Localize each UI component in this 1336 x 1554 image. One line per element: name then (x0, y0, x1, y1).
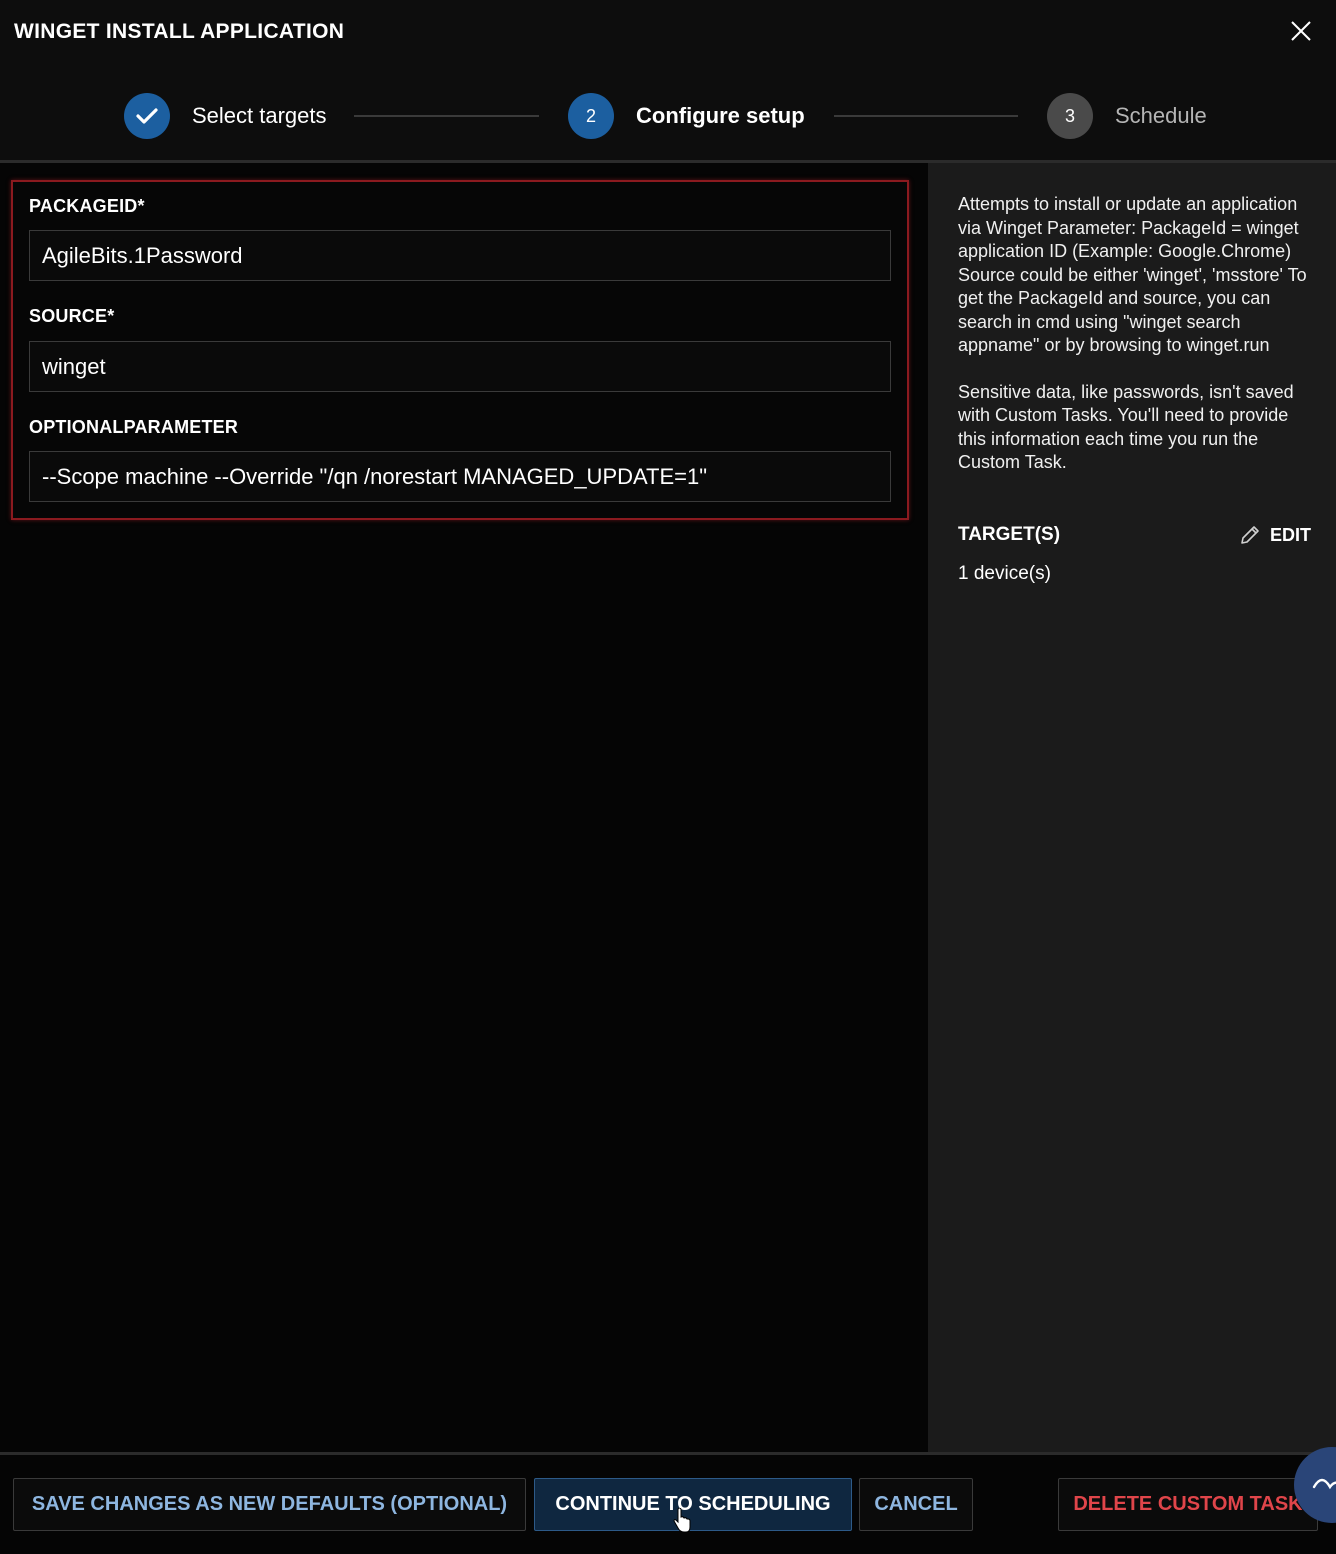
description-text: Attempts to install or update an applica… (958, 194, 1307, 355)
source-label: SOURCE* (29, 306, 115, 326)
targets-heading: TARGET(S) (958, 524, 1061, 545)
mouse-pointer-icon (673, 1508, 691, 1533)
edit-targets-button[interactable]: EDIT (1238, 523, 1311, 547)
cancel-button[interactable]: CANCEL (859, 1478, 973, 1531)
dialog-header: WINGET INSTALL APPLICATION Select target… (0, 0, 1336, 162)
optional-parameter-input[interactable] (29, 451, 891, 502)
step-select-targets[interactable]: Select targets (124, 93, 327, 139)
step-2-indicator: 2 (568, 93, 614, 139)
step-3-label: Schedule (1115, 103, 1207, 128)
continue-to-scheduling-button[interactable]: CONTINUE TO SCHEDULING (534, 1478, 852, 1531)
close-button[interactable] (1286, 16, 1316, 46)
targets-count: 1 device(s) (958, 563, 1051, 584)
step-2-label: Configure setup (636, 103, 805, 128)
close-icon (1291, 21, 1311, 41)
source-input[interactable] (29, 341, 891, 392)
edit-label: EDIT (1270, 524, 1312, 545)
save-defaults-button[interactable]: SAVE CHANGES AS NEW DEFAULTS (OPTIONAL) (13, 1478, 526, 1531)
floating-help-button[interactable] (1294, 1447, 1336, 1523)
optional-parameter-label: OPTIONALPARAMETER (29, 417, 239, 437)
dialog-title: WINGET INSTALL APPLICATION (14, 20, 345, 43)
parameters-form: PACKAGEID* SOURCE* OPTIONALPARAMETER (11, 180, 909, 520)
packageid-label: PACKAGEID* (29, 196, 145, 216)
step-schedule: 3 Schedule (1047, 93, 1207, 139)
checkmark-icon (136, 108, 158, 124)
task-description: Attempts to install or update an applica… (958, 193, 1318, 498)
dialog-footer: SAVE CHANGES AS NEW DEFAULTS (OPTIONAL) … (0, 1455, 1336, 1554)
pencil-icon (1241, 526, 1259, 544)
step-3-indicator: 3 (1047, 93, 1093, 139)
chat-icon (1312, 1478, 1336, 1490)
step-1-indicator (124, 93, 170, 139)
step-connector (354, 115, 539, 117)
info-sidebar: Attempts to install or update an applica… (928, 163, 1336, 1453)
sensitive-data-note: Sensitive data, like passwords, isn't sa… (958, 381, 1294, 473)
packageid-input[interactable] (29, 230, 891, 281)
step-configure-setup: 2 Configure setup (568, 93, 805, 139)
step-connector (834, 115, 1018, 117)
delete-custom-task-button[interactable]: DELETE CUSTOM TASK (1058, 1478, 1318, 1531)
step-1-label: Select targets (192, 103, 327, 128)
